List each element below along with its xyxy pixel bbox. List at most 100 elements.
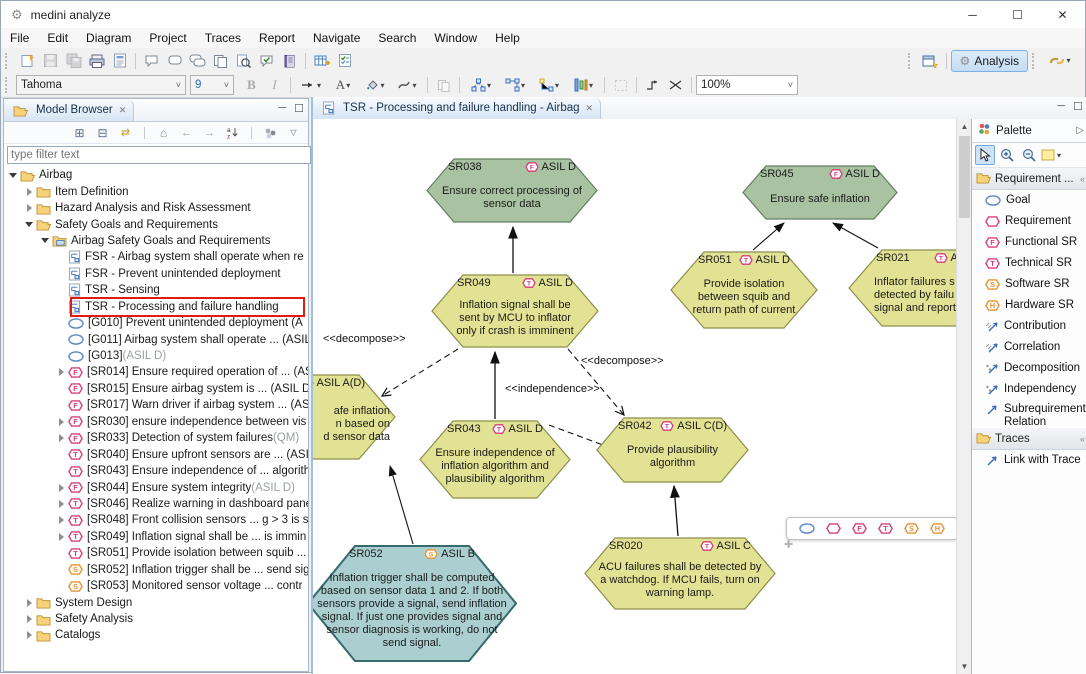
palette-item-software-sr[interactable]: SSoftware SR — [972, 274, 1086, 295]
palette-item-decomposition[interactable]: Decomposition — [972, 358, 1086, 379]
tree-item[interactable]: Safety Goals and Requirements — [4, 216, 308, 232]
menu-help[interactable]: Help — [486, 28, 529, 48]
copy-element-button[interactable] — [209, 50, 232, 71]
node-SR042[interactable]: SR042TASIL C(D)Provide plausibilityalgor… — [596, 417, 749, 483]
node-asil-a-d[interactable]: TASIL A(D)afe inflationn based ond senso… — [313, 374, 396, 460]
menu-window[interactable]: Window — [425, 28, 486, 48]
view-menu-icon[interactable]: ▽ — [285, 124, 302, 141]
line-style-button[interactable]: ▾ — [391, 75, 423, 96]
tree-item[interactable]: TSR - Sensing — [4, 282, 308, 298]
palette-item-functional-sr[interactable]: FFunctional SR — [972, 232, 1086, 253]
palette-item-hardware-sr[interactable]: HHardware SR — [972, 295, 1086, 316]
goal-icon[interactable] — [799, 523, 815, 534]
palette-item-correlation[interactable]: Correlation — [972, 337, 1086, 358]
tree-item[interactable]: F[SR014] Ensure required operation of ..… — [4, 364, 308, 380]
link-with-editor-icon[interactable]: ⇄ — [117, 124, 134, 141]
element-bubble-button[interactable] — [163, 50, 186, 71]
palette-group-traces[interactable]: Traces« — [972, 428, 1086, 450]
tree-item[interactable]: F[SR030] ensure independence between vis — [4, 414, 308, 430]
node-SR051[interactable]: SR051TASIL DProvide isolationbetween squ… — [670, 251, 818, 329]
menu-navigate[interactable]: Navigate — [304, 28, 369, 48]
zoom-out-tool-button[interactable] — [1019, 145, 1039, 165]
tree-item[interactable]: F[SR017] Warn driver if airbag system ..… — [4, 397, 308, 413]
pin-icon[interactable]: « — [1080, 174, 1085, 184]
collapsed-arrow-icon[interactable] — [56, 433, 66, 443]
print-button[interactable] — [85, 50, 108, 71]
log-book-button[interactable] — [278, 50, 301, 71]
collapsed-arrow-icon[interactable] — [24, 614, 34, 624]
tree-item[interactable]: T[SR040] Ensure upfront sensors are ... … — [4, 446, 308, 462]
software-sr-icon[interactable]: S — [904, 523, 919, 534]
diagram-canvas[interactable]: <<decompose>> <<decompose>> <<independen… — [313, 119, 956, 674]
node-SR038[interactable]: SR038FASIL DEnsure correct processing of… — [426, 158, 598, 223]
route-polyline-button[interactable] — [641, 75, 664, 96]
tree-item[interactable]: S[SR053] Monitored sensor voltage ... co… — [4, 578, 308, 594]
tree-item[interactable]: F[SR015] Ensure airbag system is ... (AS… — [4, 381, 308, 397]
tree-item[interactable]: T[SR049] Inflation signal shall be ... i… — [4, 529, 308, 545]
filter-input[interactable] — [7, 146, 311, 164]
tree-item[interactable]: F[SR044] Ensure system integrity (ASIL D… — [4, 479, 308, 495]
expanded-arrow-icon[interactable] — [40, 236, 50, 246]
node-SR045[interactable]: SR045FASIL DEnsure safe inflation — [742, 165, 898, 220]
maximize-view-icon[interactable]: ☐ — [294, 102, 304, 115]
tree-item[interactable]: T[SR048] Front collision sensors ... g >… — [4, 512, 308, 528]
scroll-down-icon[interactable]: ▼ — [957, 659, 972, 674]
tree-item[interactable]: Hazard Analysis and Risk Assessment — [4, 200, 308, 216]
collapsed-arrow-icon[interactable] — [56, 499, 66, 509]
close-icon[interactable]: ✕ — [586, 103, 594, 114]
tree-item[interactable]: Airbag Safety Goals and Requirements — [4, 233, 308, 249]
tree-item[interactable]: F[SR033] Detection of system failures (Q… — [4, 430, 308, 446]
layout-hierarchy-button[interactable]: ▾ — [498, 75, 532, 96]
home-icon[interactable]: ⌂ — [155, 124, 172, 141]
expanded-arrow-icon[interactable] — [24, 220, 34, 230]
expand-all-icon[interactable]: ⊞ — [71, 124, 88, 141]
node-SR020[interactable]: SR020TASIL CACU failures shall be detect… — [584, 537, 776, 610]
minimize-button[interactable]: ─ — [950, 1, 995, 28]
palette-item-independency[interactable]: Independency — [972, 379, 1086, 400]
tree-item[interactable]: System Design — [4, 594, 308, 610]
model-browser-tab[interactable]: Model Browser ✕ — [4, 100, 134, 121]
palette-item-contribution[interactable]: Contribution — [972, 316, 1086, 337]
tree-item[interactable]: Safety Analysis — [4, 611, 308, 627]
tree-item[interactable]: [G010] Prevent unintended deployment (A — [4, 315, 308, 331]
zoom-in-tool-button[interactable] — [997, 145, 1017, 165]
functional-sr-icon[interactable]: F — [852, 523, 867, 534]
arrow-style-button[interactable]: ▾ — [295, 75, 327, 96]
technical-sr-icon[interactable]: T — [878, 523, 893, 534]
palette-item-requirement[interactable]: Requirement — [972, 211, 1086, 232]
linking-button[interactable]: ▾ — [1043, 50, 1077, 71]
copy-format-button[interactable] — [432, 75, 455, 96]
font-family-select[interactable]: Tahoma˅ — [16, 75, 186, 95]
new-diagram-button[interactable] — [16, 50, 39, 71]
tree-item[interactable]: Catalogs — [4, 627, 308, 643]
collapsed-arrow-icon[interactable] — [56, 367, 66, 377]
palette-item-goal[interactable]: Goal — [972, 190, 1086, 211]
scrollbar-thumb[interactable] — [959, 136, 970, 218]
route-straight-button[interactable] — [664, 75, 687, 96]
zoom-level-select[interactable]: 100%˅ — [696, 75, 798, 95]
tree-item[interactable]: TSR - Processing and failure handling — [4, 299, 308, 315]
element-bubbles-button[interactable] — [186, 50, 209, 71]
layout-align-button[interactable]: ▾ — [566, 75, 600, 96]
back-icon[interactable]: ← — [178, 124, 195, 141]
open-perspective-button[interactable] — [919, 50, 942, 71]
menu-edit[interactable]: Edit — [38, 28, 77, 48]
collapsed-arrow-icon[interactable] — [56, 483, 66, 493]
collapsed-arrow-icon[interactable] — [24, 598, 34, 608]
vertical-scrollbar[interactable]: ▲ ▼ — [956, 119, 972, 674]
node-SR043[interactable]: SR043TASIL DEnsure independence ofinflat… — [419, 420, 571, 499]
menu-traces[interactable]: Traces — [196, 28, 250, 48]
font-color-button[interactable]: A▾ — [327, 75, 359, 96]
expanded-arrow-icon[interactable] — [8, 170, 18, 180]
filters-icon[interactable] — [262, 124, 279, 141]
collapsed-arrow-icon[interactable] — [56, 532, 66, 542]
menu-report[interactable]: Report — [250, 28, 304, 48]
node-SR021[interactable]: SR021TASIL DInflator failures sdetected … — [848, 249, 956, 327]
tree-item[interactable]: T[SR043] Ensure independence of ... algo… — [4, 463, 308, 479]
tree-item[interactable]: FSR - Airbag system shall operate when r… — [4, 249, 308, 265]
node-SR052[interactable]: SR052SASIL BInflation trigger shall be c… — [313, 545, 517, 662]
maximize-editor-icon[interactable]: ☐ — [1073, 100, 1083, 113]
tree-item[interactable]: S[SR052] Inflation trigger shall be ... … — [4, 562, 308, 578]
tree-item[interactable]: [G011] Airbag system shall operate ... (… — [4, 331, 308, 347]
bold-button[interactable]: B — [240, 75, 263, 96]
